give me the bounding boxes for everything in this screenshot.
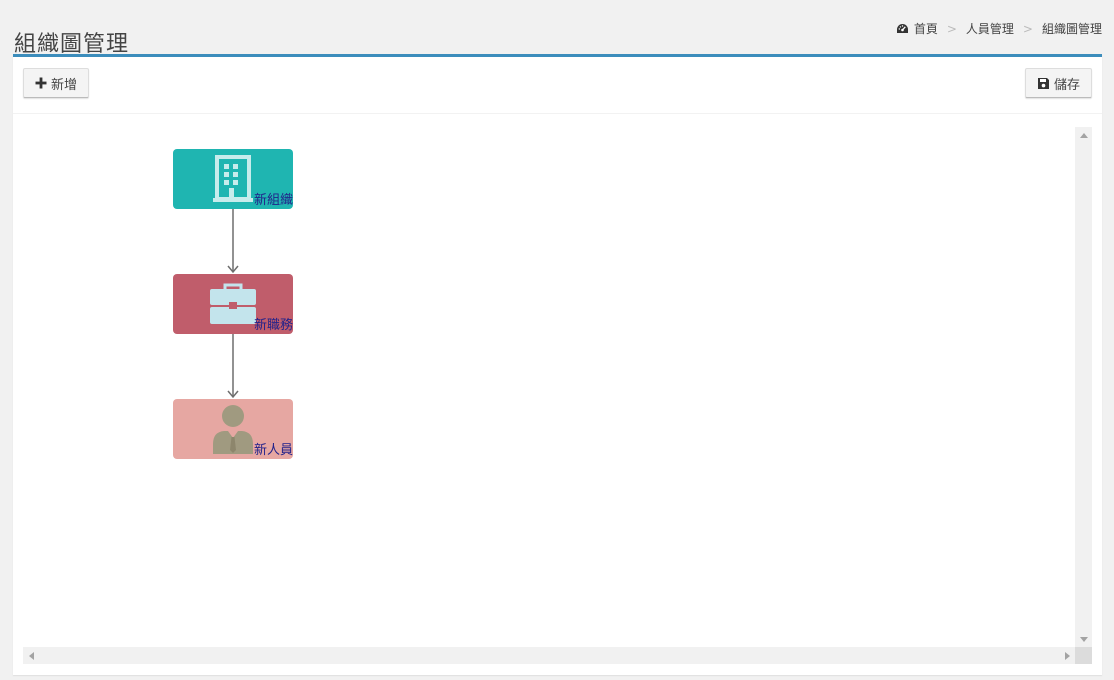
save-button[interactable]: 儲存 (1024, 68, 1092, 98)
person-node-label: 新人員 (253, 443, 293, 458)
scroll-right-icon[interactable] (1065, 652, 1070, 660)
add-button[interactable]: 新增 (23, 68, 90, 98)
breadcrumb-current: 組織圖管理 (1041, 22, 1102, 36)
person-icon (210, 404, 256, 454)
breadcrumb-home[interactable]: 首頁 (914, 20, 938, 37)
position-node-label: 新職務 (253, 318, 293, 333)
dashboard-icon (896, 23, 909, 35)
save-button-label: 儲存 (1053, 77, 1080, 93)
scroll-up-icon[interactable] (1080, 133, 1088, 138)
scroll-left-icon[interactable] (29, 652, 34, 660)
building-icon (213, 155, 253, 203)
org-node-label: 新組織 (253, 193, 293, 208)
plus-icon (35, 77, 47, 89)
breadcrumb-separator: > (946, 21, 957, 36)
scroll-down-icon[interactable] (1080, 637, 1088, 642)
org-node-position[interactable]: 新職務 (173, 274, 293, 334)
breadcrumb: 首頁 > 人員管理 > 組織圖管理 (896, 20, 1102, 37)
vertical-scrollbar[interactable] (1075, 127, 1092, 664)
add-button-label: 新增 (51, 77, 78, 93)
breadcrumb-personnel[interactable]: 人員管理 (966, 20, 1014, 37)
org-node-organization[interactable]: 新組織 (173, 149, 293, 209)
org-node-person[interactable]: 新人員 (173, 399, 293, 459)
org-chart-panel: 新增 儲存 新組織 新職務 新人員 (13, 54, 1102, 675)
floppy-disk-icon (1037, 77, 1050, 90)
scrollbar-corner (1075, 647, 1092, 664)
breadcrumb-separator: > (1022, 21, 1033, 36)
briefcase-icon (209, 283, 257, 325)
page-title: 組織圖管理 (14, 31, 130, 57)
toolbar: 新增 儲存 (13, 57, 1102, 114)
org-chart-canvas[interactable]: 新組織 新職務 新人員 (23, 127, 1075, 647)
horizontal-scrollbar[interactable] (23, 647, 1075, 664)
